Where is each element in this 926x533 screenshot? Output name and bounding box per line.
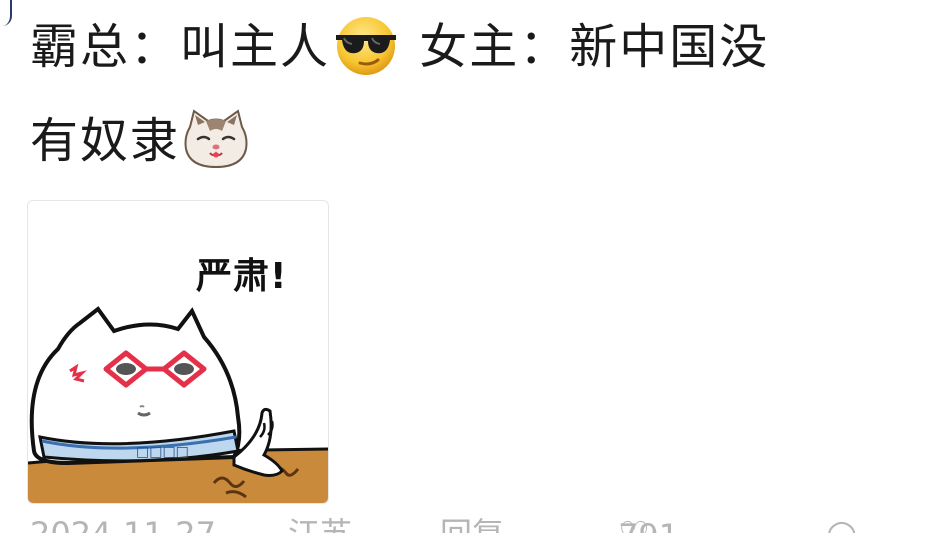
post-footer: 2024-11-27 江苏 回复 ♡ 791 ○ [0,512,926,533]
edge-decoration [0,0,12,26]
post-text-part-1: 霸总：叫主人 [30,19,331,75]
sticker-caption: 严肃! [196,256,288,297]
post-line-2: 有奴隶 [30,94,910,188]
post-date: 2024-11-27 [30,514,216,533]
post-line-1: 霸总：叫主人 女主：新中国没 [30,0,910,94]
comment-icon[interactable]: ○ [826,514,857,533]
cat-face-emoji-icon [180,107,252,171]
post-content: 霸总：叫主人 女主：新中国没 有奴隶 [30,0,910,188]
shirt-text: □□□□ [136,444,189,460]
sunglasses-emoji-icon [330,13,402,77]
post-location: 江苏 [288,514,352,533]
post-text-part-3: 有奴隶 [30,113,181,169]
like-count: 791 [618,516,679,533]
post-text-part-2: 女主：新中国没 [419,19,770,75]
reply-button[interactable]: 回复 [440,514,504,533]
meme-sticker-image[interactable]: □□□□ 严肃! [27,200,329,504]
